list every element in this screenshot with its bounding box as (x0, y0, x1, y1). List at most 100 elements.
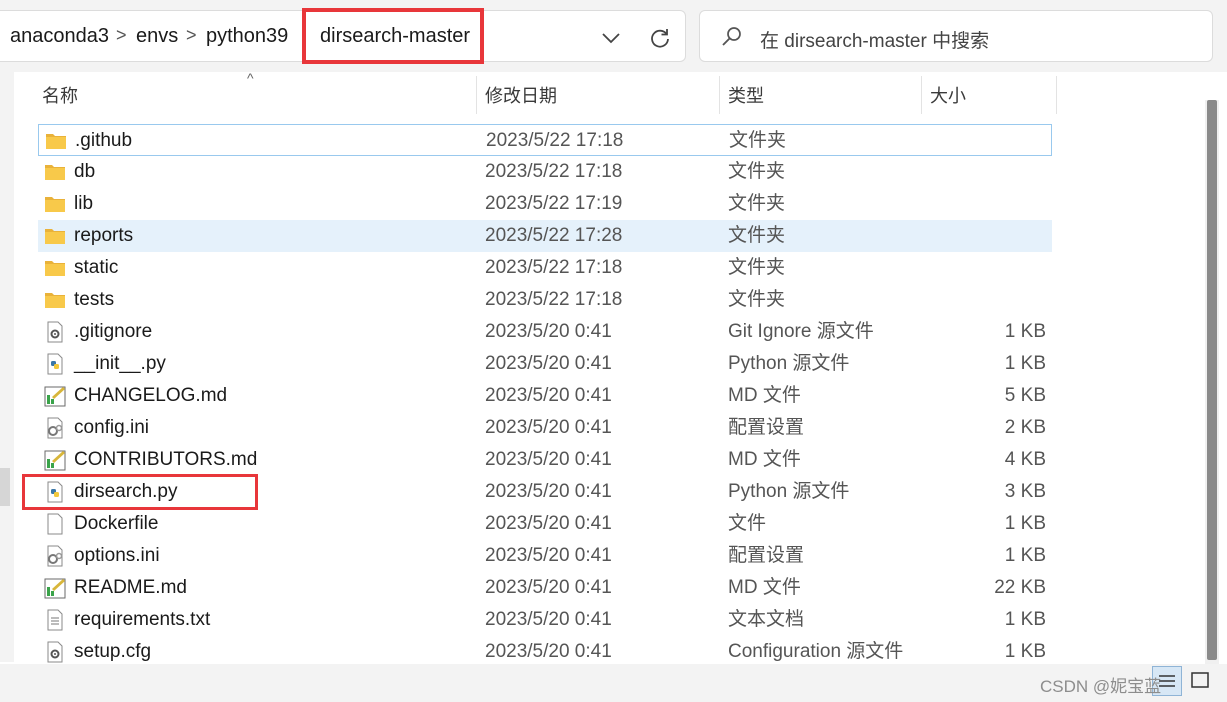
file-row[interactable]: .gitignore 2023/5/20 0:41 Git Ignore 源文件 1 … (38, 316, 1052, 348)
file-type: Python 源文件 (728, 481, 850, 502)
file-type: 文件夹 (729, 130, 787, 151)
column-divider[interactable] (921, 76, 922, 114)
folder-icon (44, 193, 66, 215)
file-modified-date: 2023/5/20 0:41 (485, 609, 612, 630)
file-size: 22 KB (994, 577, 1046, 598)
file-name: lib (74, 193, 94, 214)
file-row[interactable]: Dockerfile 2023/5/20 0:41 文件 1 KB (38, 508, 1052, 540)
file-type: MD 文件 (728, 385, 801, 406)
settings-file-icon (44, 545, 66, 567)
file-name: static (74, 257, 119, 278)
file-row[interactable]: tests 2023/5/22 17:18 文件夹 (38, 284, 1052, 316)
column-divider[interactable] (719, 76, 720, 114)
address-toolbar: anaconda3 > envs > python39 dirsearch-ma… (0, 0, 1227, 72)
navigation-pane-selection (0, 468, 10, 506)
file-row[interactable]: config.ini 2023/5/20 0:41 配置设置 2 KB (38, 412, 1052, 444)
history-dropdown-button[interactable] (597, 25, 625, 51)
file-name: tests (74, 289, 115, 310)
file-modified-date: 2023/5/22 17:18 (485, 257, 623, 278)
file-type: 配置设置 (728, 417, 805, 438)
folder-icon (45, 130, 67, 152)
file-size: 2 KB (1004, 417, 1046, 438)
search-input[interactable]: 在 dirsearch-master 中搜索 (760, 26, 989, 53)
file-modified-date: 2023/5/20 0:41 (485, 577, 612, 598)
refresh-icon (651, 29, 669, 48)
file-row[interactable]: CONTRIBUTORS.md 2023/5/20 0:41 MD 文件 4 KB (38, 444, 1052, 476)
file-modified-date: 2023/5/22 17:18 (485, 161, 623, 182)
file-type: 文件夹 (728, 161, 786, 182)
column-header-type[interactable]: 类型 (728, 82, 764, 108)
file-row[interactable]: __init__.py 2023/5/20 0:41 Python 源文件 1 KB (38, 348, 1052, 380)
column-header-size[interactable]: 大小 (930, 82, 966, 108)
file-type: 文本文档 (728, 609, 805, 630)
column-header-name[interactable]: 名称 (42, 82, 78, 108)
file-type: 文件夹 (728, 193, 786, 214)
folder-icon (44, 161, 66, 183)
file-row[interactable]: requirements.txt 2023/5/20 0:41 文本文档 1 KB (38, 604, 1052, 636)
scrollbar-thumb[interactable] (1207, 100, 1217, 660)
chevron-right-icon: > (116, 25, 127, 45)
file-row[interactable]: README.md 2023/5/20 0:41 MD 文件 22 KB (38, 572, 1052, 604)
refresh-button[interactable] (646, 25, 674, 51)
file-name: config.ini (74, 417, 149, 438)
file-name: setup.cfg (74, 641, 152, 662)
file-name: .github (75, 130, 133, 151)
file-name: requirements.txt (74, 609, 211, 630)
file-type: 文件 (728, 513, 767, 534)
breadcrumb-item-python39[interactable]: python39 (206, 25, 288, 48)
tiles-view-button[interactable] (1186, 666, 1216, 696)
file-modified-date: 2023/5/20 0:41 (485, 481, 612, 502)
file-type: 文件夹 (728, 257, 786, 278)
file-size: 1 KB (1004, 545, 1046, 566)
markdown-file-icon (44, 577, 66, 599)
file-modified-date: 2023/5/22 17:19 (485, 193, 623, 214)
python-file-icon (44, 353, 66, 375)
chevron-down-icon (602, 33, 620, 44)
file-modified-date: 2023/5/20 0:41 (485, 353, 612, 374)
file-row[interactable]: reports 2023/5/22 17:28 文件夹 (38, 220, 1052, 252)
file-modified-date: 2023/5/20 0:41 (485, 385, 612, 406)
file-type: Python 源文件 (728, 353, 850, 374)
blank-file-icon (44, 513, 66, 535)
file-name: options.ini (74, 545, 160, 566)
column-header-date[interactable]: 修改日期 (485, 82, 557, 108)
file-row[interactable]: CHANGELOG.md 2023/5/20 0:41 MD 文件 5 KB (38, 380, 1052, 412)
breadcrumb-item-anaconda3[interactable]: anaconda3 (10, 25, 109, 48)
chevron-right-icon: > (186, 25, 197, 45)
file-name: reports (74, 225, 134, 246)
breadcrumb-item-envs[interactable]: envs (136, 25, 178, 48)
annotation-highlight-box (302, 8, 484, 64)
file-type: MD 文件 (728, 449, 801, 470)
navigation-pane-edge (0, 72, 14, 662)
search-icon (720, 25, 744, 49)
file-row[interactable]: static 2023/5/22 17:18 文件夹 (38, 252, 1052, 284)
folder-icon (44, 257, 66, 279)
settings-file-icon (44, 417, 66, 439)
file-type: 文件夹 (728, 289, 786, 310)
file-type: MD 文件 (728, 577, 801, 598)
file-modified-date: 2023/5/20 0:41 (485, 545, 612, 566)
text-file-icon (44, 609, 66, 631)
file-size: 1 KB (1004, 321, 1046, 342)
file-row[interactable]: .github 2023/5/22 17:18 文件夹 (38, 124, 1052, 156)
file-size: 3 KB (1004, 481, 1046, 502)
column-divider[interactable] (476, 76, 477, 114)
file-size: 4 KB (1004, 449, 1046, 470)
file-modified-date: 2023/5/22 17:28 (485, 225, 623, 246)
file-row[interactable]: lib 2023/5/22 17:19 文件夹 (38, 188, 1052, 220)
markdown-file-icon (44, 449, 66, 471)
file-row[interactable]: db 2023/5/22 17:18 文件夹 (38, 156, 1052, 188)
watermark-text: CSDN @妮宝蓝 (1040, 677, 1162, 696)
sort-ascending-icon: ^ (247, 70, 254, 86)
file-modified-date: 2023/5/20 0:41 (485, 321, 612, 342)
file-type: 文件夹 (728, 225, 786, 246)
gear-file-icon (44, 321, 66, 343)
column-divider[interactable] (1056, 76, 1057, 114)
file-row[interactable]: options.ini 2023/5/20 0:41 配置设置 1 KB (38, 540, 1052, 572)
search-box[interactable]: 在 dirsearch-master 中搜索 (699, 10, 1213, 62)
tiles-view-icon (1191, 672, 1209, 688)
file-name: .gitignore (74, 321, 153, 342)
file-size: 1 KB (1004, 641, 1046, 662)
file-name: __init__.py (74, 353, 166, 374)
file-name: CHANGELOG.md (74, 385, 228, 406)
